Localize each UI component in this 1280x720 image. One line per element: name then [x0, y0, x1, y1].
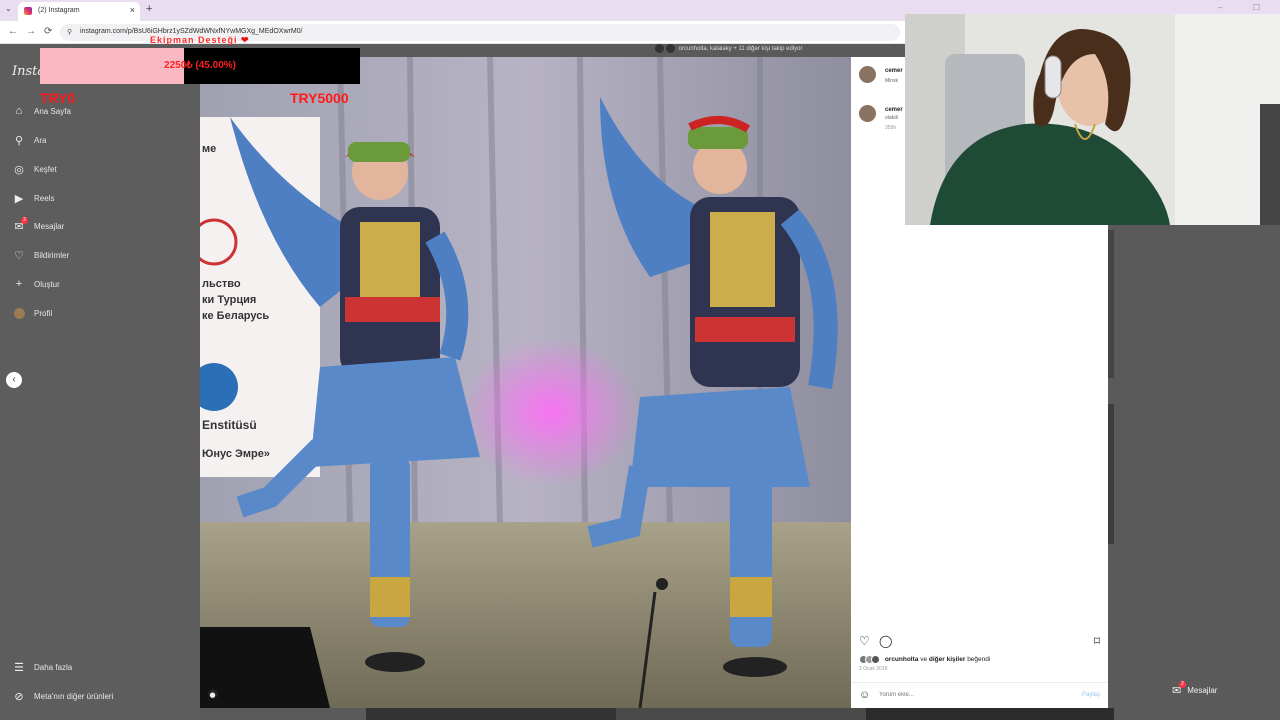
back-button[interactable]: ←	[8, 26, 18, 37]
browser-tab-instagram[interactable]: (2) Instagram ×	[18, 2, 140, 21]
progress-text: 2250₺ (45.00%)	[164, 60, 236, 71]
messages-floating-button[interactable]: ✉2 Mesajlar ⠿	[1172, 681, 1280, 697]
location-text[interactable]: Minsk	[885, 78, 898, 84]
profile-avatar-wrap	[12, 306, 26, 320]
banner-line: льство	[202, 278, 241, 290]
sidebar-item-label: Profil	[34, 308, 53, 318]
forward-button[interactable]: →	[26, 26, 36, 37]
window-controls[interactable]: – ☐	[1218, 3, 1274, 12]
sidebar-item-label: Meta'nın diğer ürünleri	[34, 691, 114, 701]
instagram-favicon-icon	[24, 7, 32, 15]
comment-time: 359h	[885, 125, 897, 131]
background-thumbnail	[1108, 230, 1114, 378]
reload-button[interactable]: ⟳	[44, 26, 52, 37]
sidebar-item-label: Ana Sayfa	[34, 106, 71, 116]
comment-composer: ☺ Paylaş	[851, 682, 1108, 708]
menu-icon: ☰	[14, 661, 24, 674]
background-thumbnail	[366, 708, 616, 720]
sidebar-item-label: Oluştur	[34, 279, 60, 289]
comment-username[interactable]: cemer	[885, 107, 903, 113]
avatar[interactable]	[859, 66, 876, 83]
post-photo[interactable]: ме льство ки Турция ке Беларусь Enstitüs…	[200, 57, 851, 708]
search-icon: ⚲	[14, 134, 24, 147]
sidebar-item-notifications[interactable]: ♡ Bildirimler	[12, 246, 69, 264]
avatar	[666, 44, 675, 53]
liked-by-connector: ve	[918, 656, 929, 664]
messenger-icon: ✉ 2	[1172, 681, 1186, 697]
liked-by-suffix: beğendi	[965, 656, 991, 664]
compass-icon: ◎	[14, 163, 24, 176]
home-icon: ⌂	[15, 105, 23, 117]
banner-line: Enstitüsü	[202, 418, 257, 432]
background-thumbnail	[616, 708, 866, 720]
sidebar-item-label: Mesajlar	[34, 221, 65, 231]
goal-max-label: TRY5000	[290, 90, 349, 106]
avatar	[655, 44, 664, 53]
emoji-icon[interactable]: ☺	[859, 689, 870, 701]
post-comment-button[interactable]: Paylaş	[1082, 692, 1100, 698]
banner-line: ки Турция	[202, 294, 256, 306]
liker-avatars	[859, 655, 883, 664]
sidebar-item-label: Ara	[34, 135, 47, 145]
comment-username[interactable]: cemer	[885, 68, 903, 74]
sidebar-item-messages[interactable]: ✉ 2 Mesajlar	[12, 217, 64, 235]
heart-icon: ❤	[241, 35, 250, 45]
banner-line: ке Беларусь	[202, 310, 269, 322]
goal-min-label: TRY0	[40, 90, 76, 106]
previous-post-button[interactable]: ‹	[6, 372, 22, 388]
followers-strip: orcunholta, kalalaky + 11 diğer kişi tak…	[655, 44, 905, 57]
liked-by-user-link[interactable]: orcunholta	[885, 656, 919, 663]
dancers-scene: ме льство ки Турция ке Беларусь Enstitüs…	[200, 57, 851, 708]
sidebar-item-explore[interactable]: ◎ Keşfet	[12, 160, 57, 178]
background-thumbnail	[1108, 404, 1114, 544]
sidebar-item-meta[interactable]: ⊘ Meta'nın diğer ürünleri	[12, 687, 113, 705]
avatar	[13, 307, 25, 319]
liked-by-line: orcunholta ve diğer kişiler beğendi	[859, 655, 990, 664]
reels-icon: ▶	[14, 192, 24, 205]
donation-progress-bar: 2250₺ (45.00%)	[40, 48, 360, 84]
site-info-icon[interactable]: ⚲	[67, 28, 72, 36]
avatar[interactable]	[859, 105, 876, 122]
sidebar-item-create[interactable]: + Oluştur	[12, 275, 60, 293]
post-date[interactable]: 2 Ocak 2019	[859, 666, 887, 672]
sidebar-item-label: Daha fazla	[34, 662, 73, 672]
background-thumbnail	[866, 708, 1114, 720]
messenger-icon: ✉ 2	[12, 217, 28, 233]
tagged-user-icon[interactable]: ●	[210, 691, 216, 699]
comment-icon[interactable]: ◯	[879, 634, 892, 648]
notification-badge: 2	[21, 217, 28, 224]
notification-badge: 2	[1179, 681, 1186, 688]
sidebar-item-label: Bildirimler	[34, 250, 70, 260]
plus-icon: +	[15, 278, 23, 290]
avatar	[871, 655, 880, 664]
like-icon[interactable]: ♡	[859, 634, 870, 648]
comment-text: olabili	[885, 115, 898, 121]
liked-by-others-link[interactable]: diğer kişiler	[929, 656, 966, 663]
comment-input[interactable]	[879, 692, 1059, 698]
goal-title-text: Ekipman Desteği	[150, 35, 238, 45]
webcam-scene	[905, 14, 1280, 225]
followed-by-text: orcunholta, kalalaky + 11 diğer kişi tak…	[678, 46, 803, 53]
sidebar-item-more[interactable]: ☰ Daha fazla	[12, 658, 72, 676]
new-tab-button[interactable]: +	[146, 3, 152, 15]
donation-goal-title: Ekipman Desteği ❤	[150, 35, 250, 46]
tab-title: (2) Instagram	[38, 7, 80, 14]
sidebar-item-reels[interactable]: ▶ Reels	[12, 189, 55, 207]
meta-icon: ⊘	[14, 690, 24, 703]
heart-icon: ♡	[14, 249, 24, 262]
sidebar-item-profile[interactable]: Profil	[12, 304, 52, 322]
webcam-overlay	[905, 14, 1280, 225]
sidebar-item-label: Keşfet	[34, 164, 57, 174]
banner-line: Юнус Эмре»	[202, 448, 270, 460]
messages-label: Mesajlar	[1187, 686, 1218, 695]
banner-line: ме	[202, 143, 216, 155]
save-icon[interactable]: ⌑	[1094, 634, 1100, 648]
sidebar-item-label: Reels	[34, 193, 55, 203]
url-text: instagram.com/p/BsU6iGHbrz1ySZdWdWNxfNYw…	[80, 28, 303, 35]
tab-search-icon[interactable]: ⌄	[5, 4, 12, 13]
tab-close-icon[interactable]: ×	[130, 5, 135, 15]
post-actions: ♡ ◯ ⌑	[859, 634, 1100, 648]
sidebar-item-search[interactable]: ⚲ Ara	[12, 131, 46, 149]
